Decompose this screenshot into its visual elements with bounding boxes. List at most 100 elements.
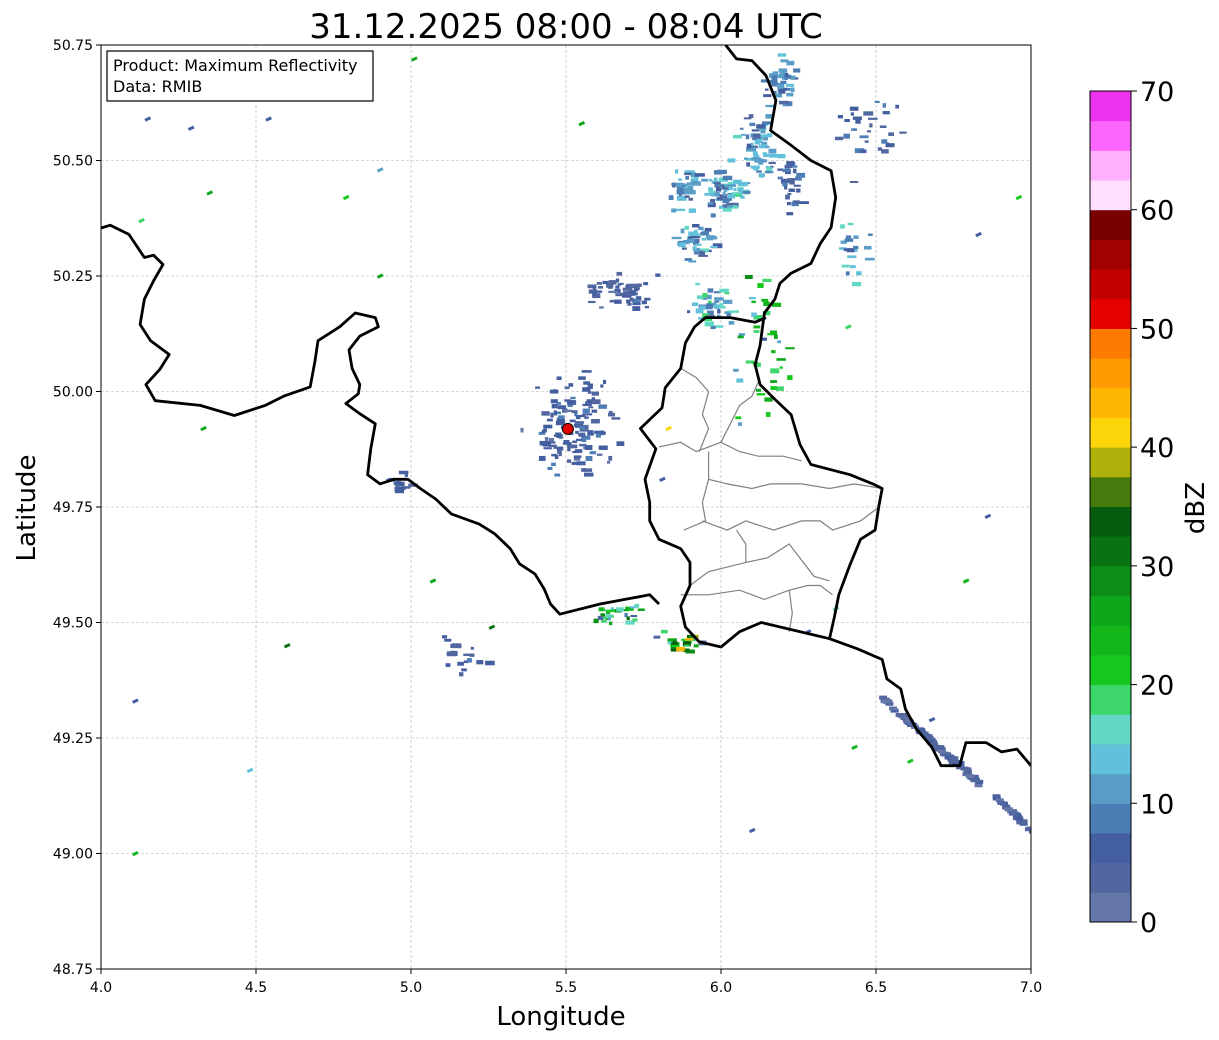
colorbar-bin <box>1090 180 1131 211</box>
echo-cell <box>570 396 576 400</box>
echo-cell <box>713 181 721 184</box>
echo-cell <box>393 481 401 485</box>
echo-cell <box>792 168 797 174</box>
colorbar-bin <box>1090 803 1131 834</box>
echo-cell <box>598 607 605 612</box>
echo-cell <box>733 368 739 372</box>
echo-cell <box>596 282 602 285</box>
echo-cell <box>567 400 576 405</box>
colorbar-bin <box>1090 743 1131 775</box>
echo-cell <box>735 416 742 420</box>
echo-cell <box>691 180 699 186</box>
colorbar-tick-label: 40 <box>1140 433 1174 464</box>
echo-cell <box>962 578 970 584</box>
radar-site-marker <box>561 422 574 435</box>
echo-cell <box>751 129 760 132</box>
echo-cell <box>729 310 740 313</box>
echo-cell <box>843 133 850 139</box>
echo-cell <box>864 140 869 143</box>
echo-cell <box>849 181 859 184</box>
echo-cell <box>685 175 689 180</box>
echo-cell <box>707 202 713 205</box>
echo-cell <box>488 624 496 630</box>
echo-cell <box>736 378 744 383</box>
echo-cell <box>713 170 723 175</box>
y-tick-label: 50.25 <box>53 269 93 285</box>
y-tick-label: 50.50 <box>53 154 93 170</box>
echo-cell <box>692 246 697 250</box>
x-tick-label: 4.0 <box>90 980 112 996</box>
echo-cell <box>450 650 456 653</box>
echo-cell <box>869 123 873 128</box>
echo-cell <box>778 89 786 94</box>
echo-cell <box>719 288 729 293</box>
province-border <box>745 543 830 582</box>
echo-cell <box>753 325 761 329</box>
echo-cell <box>787 375 793 380</box>
echo-cell <box>547 466 553 470</box>
echo-cell <box>605 614 612 618</box>
x-tick-label: 5.5 <box>555 980 577 996</box>
echo-cell <box>748 827 756 834</box>
echo-cell <box>692 302 699 307</box>
echo-cell <box>603 379 607 385</box>
y-axis-label: Latitude <box>12 454 42 561</box>
echo-cell <box>856 271 862 276</box>
echo-cell <box>564 386 570 390</box>
echo-cell <box>845 271 850 276</box>
echo-cell <box>622 294 632 298</box>
echo-cell <box>583 472 594 477</box>
colorbar-bin <box>1090 298 1131 329</box>
echo-cell <box>600 384 604 388</box>
echo-cell <box>748 297 756 300</box>
info-box: Product: Maximum Reflectivity Data: RMIB <box>106 50 374 102</box>
echo-cell <box>538 455 546 461</box>
echo-cell <box>778 68 788 73</box>
echo-cell <box>727 158 736 163</box>
colorbar-bin <box>1090 684 1131 715</box>
echo-cell <box>770 368 780 374</box>
echo-cell <box>600 431 606 435</box>
echo-cell <box>700 231 710 236</box>
echo-cell <box>722 192 726 197</box>
echo-cell <box>619 282 624 285</box>
echo-cell <box>845 324 852 330</box>
echo-cell <box>895 104 900 109</box>
country-border <box>829 637 1031 768</box>
echo-cell <box>376 167 384 173</box>
echo-cell <box>757 283 764 288</box>
echo-cell <box>907 758 914 764</box>
echo-cell <box>582 387 591 392</box>
echo-cell <box>665 425 672 432</box>
echo-cell <box>756 124 766 129</box>
echo-cell <box>704 321 714 327</box>
province-border <box>702 506 880 531</box>
echo-cell <box>759 173 764 178</box>
colorbar-bin <box>1090 417 1131 448</box>
echo-cell <box>863 245 872 250</box>
echo-cell <box>550 412 554 418</box>
echo-cell <box>571 461 580 465</box>
echo-cell <box>583 381 591 385</box>
echo-cell <box>616 607 624 612</box>
echo-cell <box>765 88 769 91</box>
colorbar-bin <box>1090 476 1131 507</box>
echo-cell <box>554 473 561 477</box>
x-tick-label: 6.0 <box>710 980 732 996</box>
echo-cell <box>756 393 766 396</box>
colorbar-tick-label: 0 <box>1140 908 1157 939</box>
echo-cell <box>200 425 207 432</box>
colorbar-tick-label: 50 <box>1140 314 1174 345</box>
echo-cell <box>684 172 691 175</box>
echo-cell <box>777 176 783 180</box>
echo-cell <box>885 143 895 148</box>
echo-cell <box>591 399 601 405</box>
echo-cell <box>632 306 641 311</box>
echo-cell <box>746 143 752 149</box>
echo-cell <box>786 60 795 66</box>
echo-cell <box>582 468 593 472</box>
echo-cell <box>630 292 636 296</box>
echo-cell <box>592 286 596 290</box>
echo-cell <box>785 72 789 77</box>
echo-cell <box>678 178 683 181</box>
